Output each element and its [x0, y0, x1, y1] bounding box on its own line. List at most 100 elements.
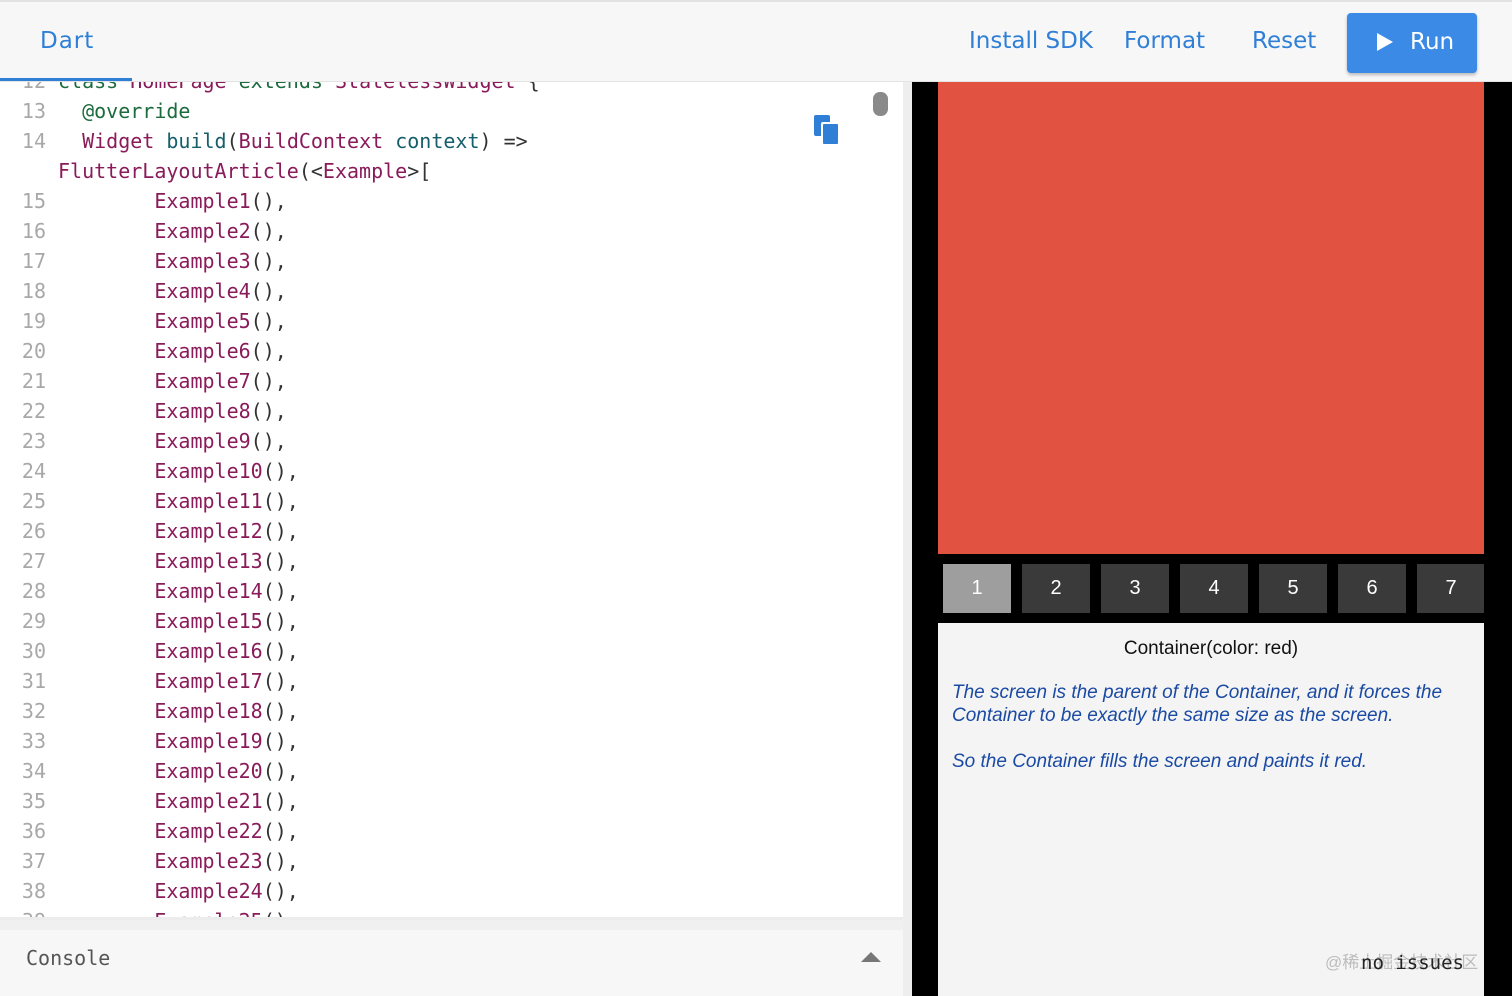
panel-divider[interactable]: [903, 82, 912, 996]
run-button[interactable]: Run: [1347, 13, 1477, 73]
line-number: 23: [21, 429, 46, 453]
line-number: 18: [21, 279, 46, 303]
chevron-up-icon[interactable]: [861, 952, 881, 962]
code-text: Example14(),: [154, 579, 299, 603]
code-line: 29 Example15(),: [0, 606, 860, 636]
code-line: 15 Example1(),: [0, 186, 860, 216]
line-number: 16: [21, 219, 46, 243]
line-number: 19: [21, 309, 46, 333]
line-number: 31: [21, 669, 46, 693]
code-line: 38 Example24(),: [0, 876, 860, 906]
code-text: Example16(),: [154, 639, 299, 663]
code-line: 18 Example4(),: [0, 276, 860, 306]
code-text: Example4(),: [154, 279, 287, 303]
code-text: Example20(),: [154, 759, 299, 783]
code-line: 17 Example3(),: [0, 246, 860, 276]
line-number: 32: [21, 699, 46, 723]
run-label: Run: [1410, 29, 1455, 55]
line-number: 38: [21, 879, 46, 903]
line-number: 37: [21, 849, 46, 873]
code-line: FlutterLayoutArticle(<Example>[: [0, 156, 860, 186]
install-sdk-button[interactable]: Install SDK: [969, 28, 1093, 54]
code-text: Example15(),: [154, 609, 299, 633]
example-info-panel: Container(color: red) The screen is the …: [938, 623, 1484, 996]
line-number: 20: [21, 339, 46, 363]
copy-icon[interactable]: [813, 114, 841, 146]
line-number: 30: [21, 639, 46, 663]
code-text: Example2(),: [154, 219, 287, 243]
code-text: Example12(),: [154, 519, 299, 543]
example-button-3[interactable]: 3: [1101, 564, 1169, 613]
code-text: Widget build(BuildContext context) =>: [82, 129, 528, 153]
example-button-2[interactable]: 2: [1022, 564, 1090, 613]
line-number: 14: [21, 129, 46, 153]
code-line: 24 Example10(),: [0, 456, 860, 486]
code-line: 23 Example9(),: [0, 426, 860, 456]
description-paragraph: The screen is the parent of the Containe…: [952, 682, 1443, 726]
code-line: 21 Example7(),: [0, 366, 860, 396]
console-panel: Console: [0, 920, 903, 996]
code-text: Example1(),: [154, 189, 287, 213]
console-label: Console: [26, 946, 111, 970]
example-button-7[interactable]: 7: [1417, 564, 1484, 613]
code-text: Example6(),: [154, 339, 287, 363]
status-text: no issues: [1361, 952, 1464, 974]
tab-dart[interactable]: Dart: [0, 2, 132, 82]
code-text: Example13(),: [154, 549, 299, 573]
line-number: 13: [21, 99, 46, 123]
code-text: Example24(),: [154, 879, 299, 903]
red-container-preview: [938, 82, 1484, 554]
code-line: 32 Example18(),: [0, 696, 860, 726]
code-line: 33 Example19(),: [0, 726, 860, 756]
code-line: 25 Example11(),: [0, 486, 860, 516]
description-paragraph: So the Container fills the screen and pa…: [952, 751, 1368, 772]
code-text: Example10(),: [154, 459, 299, 483]
line-number: 22: [21, 399, 46, 423]
line-number: 25: [21, 489, 46, 513]
code-text: Example5(),: [154, 309, 287, 333]
code-text: Example23(),: [154, 849, 299, 873]
example-button-4[interactable]: 4: [1180, 564, 1248, 613]
line-number: 29: [21, 609, 46, 633]
editor-scrollbar[interactable]: [873, 92, 888, 116]
code-line: 31 Example17(),: [0, 666, 860, 696]
code-line: 20 Example6(),: [0, 336, 860, 366]
line-number: 26: [21, 519, 46, 543]
line-number: 24: [21, 459, 46, 483]
code-line: 19 Example5(),: [0, 306, 860, 336]
code-line: 36 Example22(),: [0, 816, 860, 846]
code-text: Example9(),: [154, 429, 287, 453]
active-tab-indicator: [0, 78, 132, 81]
code-text: Example3(),: [154, 249, 287, 273]
code-text: Example18(),: [154, 699, 299, 723]
line-number: 15: [21, 189, 46, 213]
example-button-5[interactable]: 5: [1259, 564, 1327, 613]
line-number: 35: [21, 789, 46, 813]
code-text: Example8(),: [154, 399, 287, 423]
example-description: The screen is the parent of the Containe…: [952, 681, 1477, 796]
format-button[interactable]: Format: [1124, 28, 1205, 54]
code-line: 27 Example13(),: [0, 546, 860, 576]
code-line: 37 Example23(),: [0, 846, 860, 876]
code-line: 12 class HomePage extends StatelessWidget…: [0, 82, 860, 96]
line-number: 21: [21, 369, 46, 393]
line-number: 27: [21, 549, 46, 573]
code-text: Example7(),: [154, 369, 287, 393]
code-line: 28 Example14(),: [0, 576, 860, 606]
example-button-1[interactable]: 1: [943, 564, 1011, 613]
line-number: 33: [21, 729, 46, 753]
code-editor[interactable]: 39 Example25()38 Example24(),37 Example2…: [0, 82, 903, 920]
code-line: 34 Example20(),: [0, 756, 860, 786]
code-line: 16 Example2(),: [0, 216, 860, 246]
reset-button[interactable]: Reset: [1252, 28, 1316, 54]
code-line: 30 Example16(),: [0, 636, 860, 666]
code-text: FlutterLayoutArticle(<Example>[: [58, 159, 432, 183]
code-text: Example17(),: [154, 669, 299, 693]
code-line: 22 Example8(),: [0, 396, 860, 426]
code-text: Example22(),: [154, 819, 299, 843]
line-number: 17: [21, 249, 46, 273]
line-number: 34: [21, 759, 46, 783]
code-line: 14 Widget build(BuildContext context) =>: [0, 126, 860, 156]
example-button-6[interactable]: 6: [1338, 564, 1406, 613]
code-text: Example11(),: [154, 489, 299, 513]
